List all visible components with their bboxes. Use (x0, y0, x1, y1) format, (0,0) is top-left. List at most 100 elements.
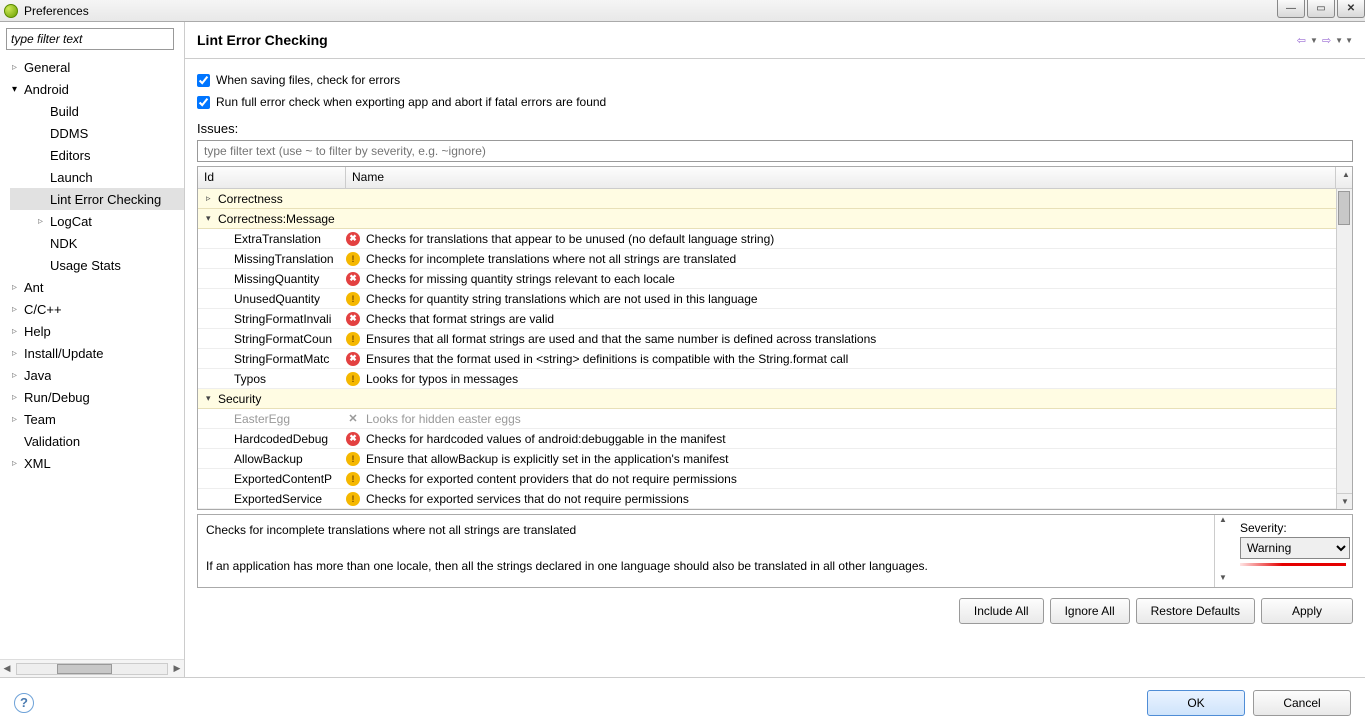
scroll-down-icon[interactable]: ▼ (1337, 493, 1352, 509)
table-row[interactable]: MissingTranslation!Checks for incomplete… (198, 249, 1352, 269)
sidebar-item-logcat[interactable]: ▹LogCat (10, 210, 184, 232)
sidebar-item-usage-stats[interactable]: Usage Stats (10, 254, 184, 276)
chevron-right-icon[interactable]: ▹ (12, 62, 24, 73)
sidebar-item-editors[interactable]: Editors (10, 144, 184, 166)
preferences-tree[interactable]: ▹General▾Android Build DDMS Editors LaunchLi… (0, 56, 184, 659)
description-line2: If an application has more than one loca… (206, 557, 1206, 575)
nav-back-menu[interactable]: ▼ (1310, 36, 1318, 45)
table-group-row[interactable]: ▾Correctness:Message (198, 209, 1352, 229)
description-scrollbar[interactable]: ▲ ▼ (1214, 515, 1230, 587)
vscroll-thumb[interactable] (1338, 191, 1350, 225)
table-row[interactable]: AllowBackup!Ensure that allowBackup is e… (198, 449, 1352, 469)
description-text: Checks for incomplete translations where… (198, 515, 1214, 587)
window-controls: — ▭ ✕ (1275, 0, 1365, 18)
sidebar-item-general[interactable]: ▹General (10, 56, 184, 78)
sidebar-scrollbar[interactable]: ◀ ▶ (0, 659, 184, 677)
sidebar-item-run-debug[interactable]: ▹Run/Debug (10, 386, 184, 408)
apply-button[interactable]: Apply (1261, 598, 1353, 624)
sidebar-item-java[interactable]: ▹Java (10, 364, 184, 386)
chevron-right-icon[interactable]: ▹ (12, 348, 24, 359)
table-row[interactable]: UnusedQuantity!Checks for quantity strin… (198, 289, 1352, 309)
sidebar-item-label: Build (50, 104, 79, 119)
sidebar-item-ddms[interactable]: DDMS (10, 122, 184, 144)
chevron-down-icon[interactable]: ▾ (206, 213, 218, 224)
nav-back-icon[interactable]: ⇦ (1295, 34, 1308, 47)
sidebar-filter-input[interactable] (6, 28, 174, 50)
table-row[interactable]: ExtraTranslation✖Checks for translations… (198, 229, 1352, 249)
restore-defaults-button[interactable]: Restore Defaults (1136, 598, 1255, 624)
sidebar-item-help[interactable]: ▹Help (10, 320, 184, 342)
severity-select[interactable]: Warning (1240, 537, 1350, 559)
chevron-right-icon[interactable]: ▹ (12, 304, 24, 315)
error-icon: ✖ (346, 432, 360, 446)
cancel-button[interactable]: Cancel (1253, 690, 1351, 716)
ignore-all-button[interactable]: Ignore All (1050, 598, 1130, 624)
include-all-button[interactable]: Include All (959, 598, 1044, 624)
scroll-track[interactable] (16, 663, 168, 675)
chevron-right-icon[interactable]: ▹ (12, 282, 24, 293)
maximize-button[interactable]: ▭ (1307, 0, 1335, 18)
table-row[interactable]: ExportedContentP!Checks for exported con… (198, 469, 1352, 489)
desc-scroll-up-icon[interactable]: ▲ (1215, 515, 1231, 529)
issue-id: ExportedService (198, 492, 346, 506)
sidebar-item-lint-error-checking[interactable]: Lint Error Checking (10, 188, 184, 210)
check-on-export-box[interactable] (197, 96, 210, 109)
desc-scroll-down-icon[interactable]: ▼ (1215, 573, 1231, 587)
chevron-right-icon[interactable]: ▹ (12, 370, 24, 381)
check-on-export[interactable]: Run full error check when exporting app … (197, 91, 1353, 113)
chevron-right-icon[interactable]: ▹ (206, 193, 218, 204)
chevron-right-icon[interactable]: ▹ (12, 326, 24, 337)
sidebar-item-ndk[interactable]: NDK (10, 232, 184, 254)
chevron-right-icon[interactable]: ▹ (12, 414, 24, 425)
sidebar-item-xml[interactable]: ▹XML (10, 452, 184, 474)
column-id[interactable]: Id (198, 167, 346, 188)
help-icon[interactable]: ? (14, 693, 34, 713)
table-group-row[interactable]: ▹Correctness (198, 189, 1352, 209)
table-row[interactable]: HardcodedDebug✖Checks for hardcoded valu… (198, 429, 1352, 449)
sidebar-item-install-update[interactable]: ▹Install/Update (10, 342, 184, 364)
scroll-right-icon[interactable]: ▶ (170, 663, 184, 674)
column-name[interactable]: Name (346, 167, 1336, 188)
table-row[interactable]: StringFormatCoun!Ensures that all format… (198, 329, 1352, 349)
sidebar-item-validation[interactable]: Validation (10, 430, 184, 452)
chevron-right-icon[interactable]: ▹ (38, 216, 50, 227)
sidebar-item-team[interactable]: ▹Team (10, 408, 184, 430)
chevron-down-icon[interactable]: ▾ (206, 393, 218, 404)
issue-name: !Checks for quantity string translations… (346, 292, 1352, 306)
ok-button[interactable]: OK (1147, 690, 1245, 716)
minimize-button[interactable]: — (1277, 0, 1305, 18)
sidebar-item-label: Help (24, 324, 51, 339)
warning-icon: ! (346, 472, 360, 486)
table-row[interactable]: EasterEgg✕Looks for hidden easter eggs (198, 409, 1352, 429)
check-on-save[interactable]: When saving files, check for errors (197, 69, 1353, 91)
chevron-down-icon[interactable]: ▾ (12, 84, 24, 95)
table-row[interactable]: ExportedService!Checks for exported serv… (198, 489, 1352, 509)
chevron-right-icon[interactable]: ▹ (12, 458, 24, 469)
table-row[interactable]: StringFormatMatc✖Ensures that the format… (198, 349, 1352, 369)
issue-id: Typos (198, 372, 346, 386)
close-button[interactable]: ✕ (1337, 0, 1365, 18)
sidebar-item-ant[interactable]: ▹Ant (10, 276, 184, 298)
table-vscrollbar[interactable]: ▼ (1336, 189, 1352, 509)
sidebar-item-android[interactable]: ▾Android (10, 78, 184, 100)
sidebar-item-label: Editors (50, 148, 90, 163)
sidebar-item-build[interactable]: Build (10, 100, 184, 122)
issue-name: !Ensure that allowBackup is explicitly s… (346, 452, 1352, 466)
scroll-up-icon[interactable]: ▲ (1336, 167, 1352, 188)
chevron-right-icon[interactable]: ▹ (12, 392, 24, 403)
sidebar-item-c-c-[interactable]: ▹C/C++ (10, 298, 184, 320)
table-body[interactable]: ▹Correctness▾Correctness:MessageExtraTra… (198, 189, 1352, 509)
nav-menu-icon[interactable]: ▼ (1345, 36, 1353, 45)
table-row[interactable]: Typos!Looks for typos in messages (198, 369, 1352, 389)
check-on-save-box[interactable] (197, 74, 210, 87)
scroll-thumb[interactable] (57, 664, 112, 674)
issues-filter-input[interactable] (197, 140, 1353, 162)
table-row[interactable]: StringFormatInvali✖Checks that format st… (198, 309, 1352, 329)
table-group-row[interactable]: ▾Security (198, 389, 1352, 409)
table-row[interactable]: MissingQuantity✖Checks for missing quant… (198, 269, 1352, 289)
nav-forward-menu[interactable]: ▼ (1335, 36, 1343, 45)
sidebar-item-launch[interactable]: Launch (10, 166, 184, 188)
nav-forward-icon[interactable]: ⇨ (1320, 34, 1333, 47)
scroll-left-icon[interactable]: ◀ (0, 663, 14, 674)
warning-icon: ! (346, 452, 360, 466)
